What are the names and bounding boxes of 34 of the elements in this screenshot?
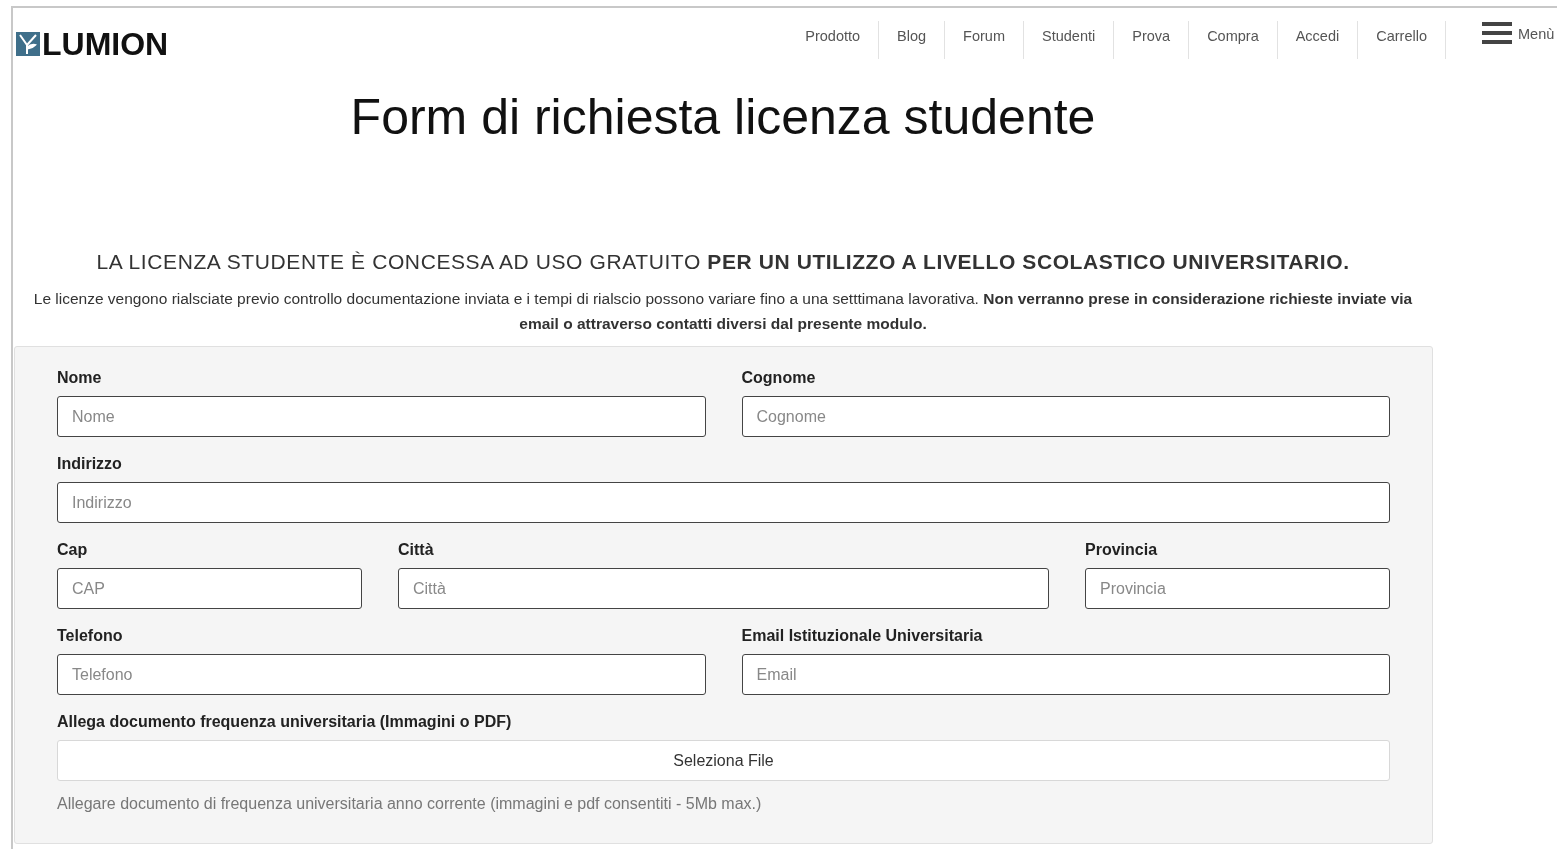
field-label: Città — [398, 541, 435, 559]
headline: LA LICENZA STUDENTE È CONCESSA AD USO GRATUITO PER UN UTILIZZO A LIVELLO SCOLASTICO UNIVERSITARIO. — [96, 250, 1350, 274]
input-field[interactable]: Telefono — [57, 654, 706, 695]
nav-link[interactable]: Carrello — [1358, 21, 1446, 59]
field-label: Cap — [57, 541, 89, 559]
intro-text: Le licenze vengono rialsciate previo controllo documentazione inviata e i tempi di rialscio possono variare fino a una setttimana lavorativa. Non verranno prese in considerazione richieste inviate via email o attraverso contatti diversi dal presente modulo. — [32, 289, 1414, 334]
input-field[interactable]: Nome — [57, 396, 706, 437]
menu-icon[interactable] — [1482, 22, 1512, 46]
input-field[interactable]: Email — [741, 654, 1390, 695]
field-label: Allega documento frequenza universitaria (Immagini o PDF) — [57, 713, 513, 731]
nav-link[interactable]: Prodotto — [787, 21, 880, 59]
input-field[interactable]: Cognome — [741, 396, 1390, 437]
logo-text[interactable]: LUMION — [42, 28, 169, 60]
file-select-button[interactable]: Seleziona File — [57, 740, 1390, 781]
nav-link[interactable]: Compra — [1189, 21, 1278, 59]
nav-link[interactable]: Accedi — [1277, 21, 1359, 59]
field-label: Telefono — [57, 627, 124, 645]
field-label: Provincia — [1085, 541, 1159, 559]
input-field[interactable]: Indirizzo — [57, 482, 1390, 523]
nav-link[interactable]: Studenti — [1024, 21, 1115, 59]
field-label: Indirizzo — [57, 455, 123, 473]
field-label: Cognome — [741, 369, 817, 387]
nav-link[interactable]: Blog — [879, 21, 946, 59]
menu-label[interactable]: Menù — [1518, 26, 1555, 42]
nav-link[interactable]: Prova — [1114, 21, 1190, 59]
input-field[interactable]: Città — [398, 568, 1049, 609]
input-field[interactable]: CAP — [57, 568, 362, 609]
nav-link[interactable]: Forum — [945, 21, 1024, 59]
field-label: Email Istituzionale Universitaria — [741, 627, 984, 645]
page-title: Form di richiesta licenza studente — [350, 88, 1096, 146]
input-field[interactable]: Provincia — [1085, 568, 1390, 609]
field-label: Nome — [57, 369, 103, 387]
upload-hint: Allegare documento di frequenza universitaria anno corrente (immagini e pdf consentiti - 5Mb max.) — [57, 795, 763, 813]
logo-icon — [16, 32, 40, 56]
